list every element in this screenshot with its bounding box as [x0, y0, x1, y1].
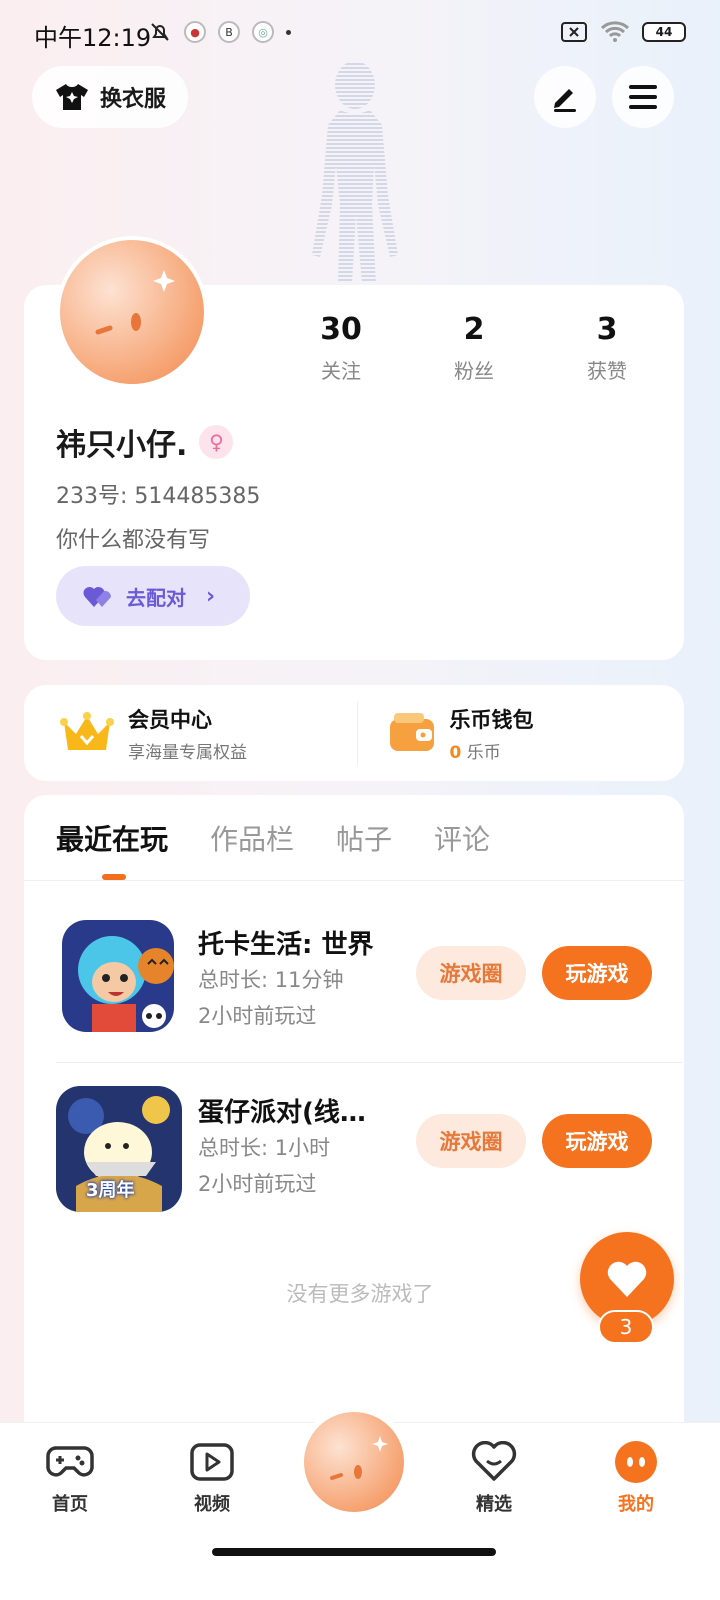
bio-text[interactable]: 你什么都没有写	[56, 522, 210, 554]
profile-tabs: 最近在玩 作品栏 帖子 评论	[56, 818, 490, 858]
wallet-unit: 乐币	[466, 742, 501, 763]
nickname: 祎只小仔.	[56, 428, 188, 463]
divider	[56, 1062, 682, 1063]
home-indicator[interactable]	[212, 1548, 496, 1556]
wallet-title: 乐币钱包	[449, 707, 534, 732]
avatar[interactable]	[56, 236, 208, 388]
match-label: 去配对	[126, 585, 186, 610]
play-game-button[interactable]: 玩游戏	[542, 1114, 652, 1168]
nav-me[interactable]: 我的	[596, 1440, 676, 1516]
game-duration: 总时长: 11分钟	[198, 968, 344, 992]
game-row[interactable]: 3周年 蛋仔派对(线… 总时长: 1小时 2小时前玩过 游戏圈 玩游戏	[56, 1086, 682, 1214]
status-time: 中午12:19	[34, 24, 152, 52]
game-title: 蛋仔派对(线…	[198, 1098, 366, 1128]
fans-count: 2	[463, 312, 485, 347]
divider	[24, 880, 684, 881]
nav-me-label: 我的	[618, 1494, 654, 1515]
battery-indicator: 44	[642, 22, 686, 42]
wallet[interactable]: 乐币钱包 0 乐币	[356, 701, 685, 765]
user-id: 233号: 514485385	[56, 484, 261, 509]
nav-home-label: 首页	[52, 1494, 88, 1515]
app-notify-icon: ●	[184, 21, 206, 43]
wallet-amount: 0	[449, 742, 462, 763]
game-row[interactable]: 托卡生活: 世界 总时长: 11分钟 2小时前玩过 游戏圈 玩游戏	[56, 918, 682, 1046]
change-outfit-button[interactable]: 换衣服	[32, 66, 189, 128]
stat-following[interactable]: 30 关注	[286, 312, 396, 384]
member-wallet-card: 会员中心 享海量专属权益 乐币钱包 0 乐币	[24, 685, 684, 781]
tshirt-icon	[56, 84, 88, 110]
stat-likes[interactable]: 3 获赞	[552, 312, 662, 384]
me-face-icon	[612, 1440, 660, 1484]
pen-icon	[554, 89, 576, 112]
mascot-face-icon	[330, 1436, 388, 1480]
status-right: 44	[560, 20, 686, 44]
female-gender-icon: ♀	[199, 425, 234, 459]
match-button[interactable]: 去配对 ›	[56, 566, 250, 626]
app-notify-icon: B	[218, 21, 240, 43]
tab-recent-played[interactable]: 最近在玩	[56, 818, 168, 858]
hamburger-menu-icon	[629, 85, 657, 109]
anniversary-badge: 3周年	[86, 1180, 135, 1201]
following-label: 关注	[321, 359, 361, 383]
heart-icon	[607, 1261, 647, 1297]
member-center[interactable]: 会员中心 享海量专属权益	[24, 701, 357, 765]
game-icon-toca[interactable]	[62, 920, 174, 1032]
game-circle-button[interactable]: 游戏圈	[416, 946, 526, 1000]
following-count: 30	[320, 312, 362, 347]
mascot-face-icon	[95, 270, 175, 335]
likes-count: 3	[596, 312, 618, 347]
chevron-right-icon: ›	[206, 583, 216, 609]
sim-off-icon	[561, 22, 587, 42]
game-last-played: 2小时前玩过	[198, 1004, 317, 1028]
nav-home[interactable]: 首页	[30, 1440, 110, 1516]
game-last-played: 2小时前玩过	[198, 1172, 317, 1196]
game-circle-button[interactable]: 游戏圈	[416, 1114, 526, 1168]
nav-center-mascot-button[interactable]	[298, 1406, 410, 1518]
tab-posts[interactable]: 帖子	[336, 818, 392, 858]
gamepad-icon	[46, 1440, 94, 1484]
member-title: 会员中心	[128, 707, 212, 732]
play-game-button[interactable]: 玩游戏	[542, 946, 652, 1000]
change-outfit-label: 换衣服	[100, 87, 167, 112]
tab-comments[interactable]: 评论	[434, 818, 490, 858]
wifi-icon	[600, 21, 630, 42]
heart-chat-icon	[470, 1440, 518, 1484]
crown-icon	[60, 712, 114, 750]
wallet-icon	[389, 713, 434, 751]
tab-works[interactable]: 作品栏	[210, 818, 294, 858]
video-play-icon	[188, 1440, 236, 1484]
nickname-row: 祎只小仔. ♀	[56, 420, 234, 464]
nav-featured[interactable]: 精选	[454, 1440, 534, 1516]
member-subtitle: 享海量专属权益	[128, 742, 247, 763]
game-icon-eggy-party[interactable]: 3周年	[56, 1086, 182, 1212]
fans-label: 粉丝	[454, 359, 494, 383]
nav-video[interactable]: 视频	[172, 1440, 252, 1516]
like-count-badge: 3	[598, 1310, 654, 1344]
more-dot-icon	[286, 29, 291, 35]
avatar-figure-image[interactable]	[290, 55, 420, 285]
edit-profile-button[interactable]	[534, 66, 596, 128]
app-notify-icon: ◎	[252, 21, 274, 43]
heart-pair-icon	[83, 586, 112, 607]
nav-featured-label: 精选	[476, 1494, 512, 1515]
menu-button[interactable]	[612, 66, 674, 128]
stat-fans[interactable]: 2 粉丝	[419, 312, 529, 384]
wallet-balance: 0 乐币	[450, 738, 534, 763]
nav-video-label: 视频	[194, 1494, 230, 1515]
notification-icons: ● B ◎	[148, 20, 291, 44]
game-title: 托卡生活: 世界	[198, 930, 374, 960]
mute-bell-icon	[151, 23, 169, 41]
game-duration: 总时长: 1小时	[198, 1136, 331, 1160]
likes-label: 获赞	[587, 359, 627, 383]
